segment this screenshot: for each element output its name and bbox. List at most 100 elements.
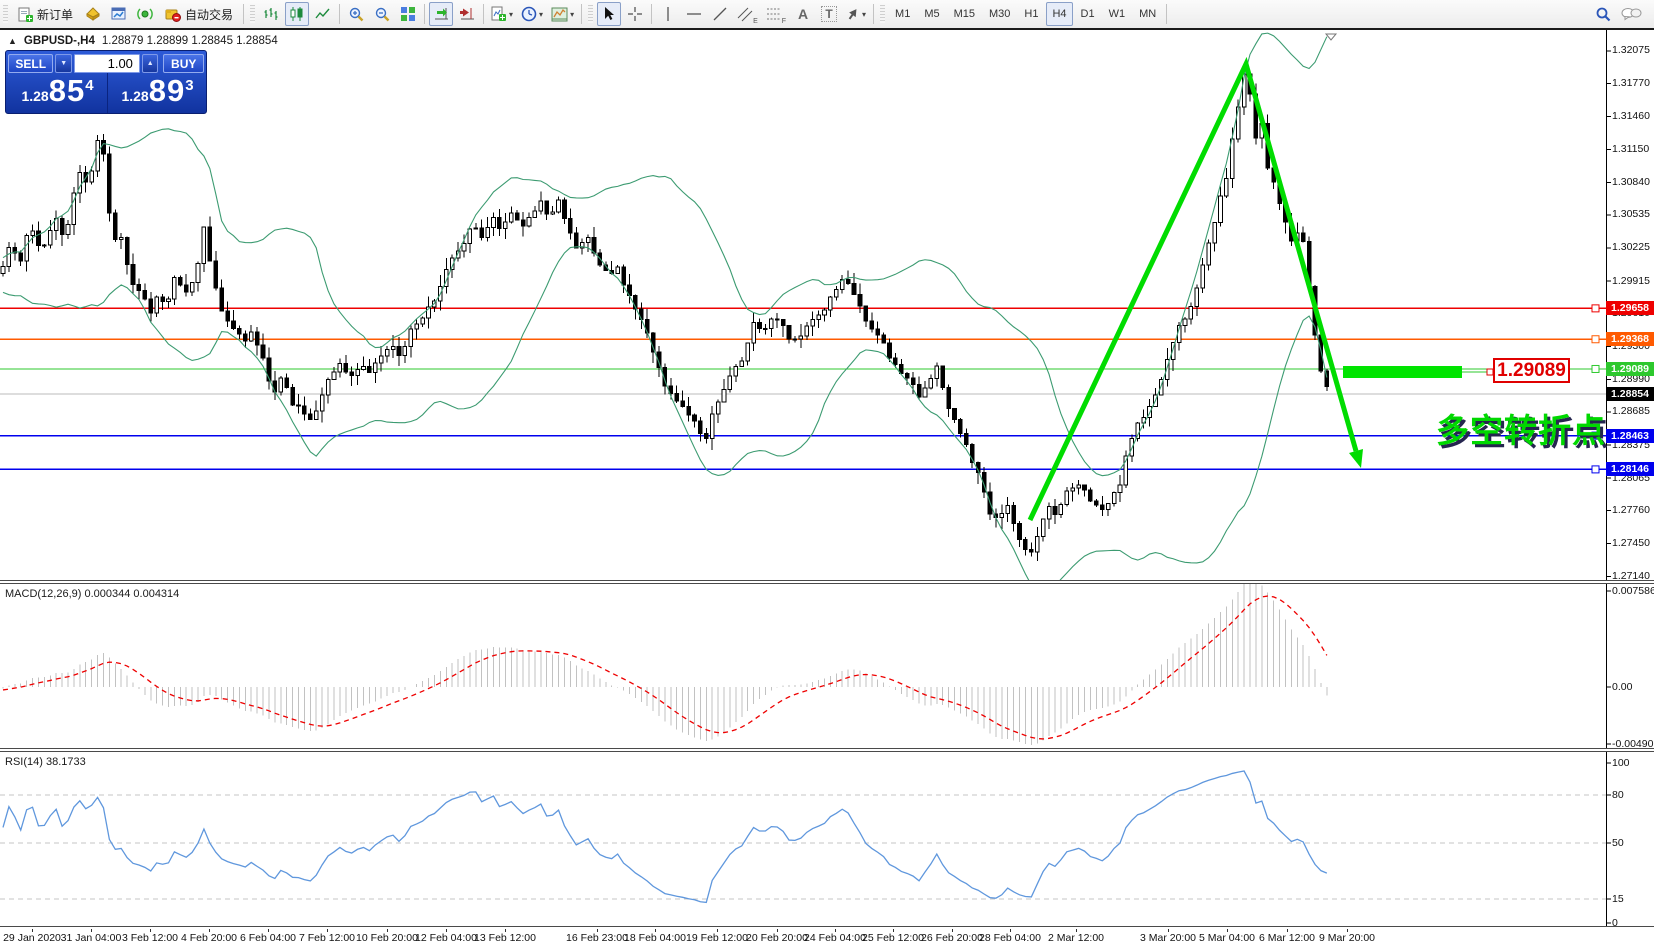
bar-chart-button[interactable] [259,2,283,26]
text-label-button[interactable]: T [817,2,841,26]
macd-canvas[interactable] [0,584,1654,748]
signals-button[interactable] [133,2,157,26]
time-label[interactable]: 13 Feb 12:00 [474,932,536,944]
zoom-in-button[interactable] [344,2,368,26]
text-label-letter: T [821,6,836,22]
horizontal-line-button[interactable] [682,2,706,26]
cursor-button[interactable] [597,2,621,26]
new-order-button[interactable]: 新订单 [12,2,79,26]
toolbar-grip [880,5,885,23]
chart-shift-button[interactable] [455,2,479,26]
fibonacci-button[interactable]: F [763,2,789,26]
sell-price-pip: 4 [85,77,93,94]
new-order-icon [18,7,33,22]
time-label[interactable]: 6 Feb 04:00 [240,932,296,944]
time-label[interactable]: 31 Jan 04:00 [61,932,122,944]
toolbar-grip [250,5,255,23]
time-label[interactable]: 29 Jan 2020 [3,932,61,944]
clock-icon [521,6,537,22]
chat-button[interactable] [1617,2,1645,26]
indicators-dropdown-arrow[interactable]: ▾ [509,10,513,19]
timeframe-m1[interactable]: M1 [889,2,916,26]
time-label[interactable]: 25 Feb 12:00 [862,932,924,944]
chart-symbol-title: GBPUSD-,H4 [24,35,95,47]
time-label[interactable]: 16 Feb 23:00 [566,932,628,944]
chart-window-button[interactable] [107,2,131,26]
time-label[interactable]: 7 Feb 12:00 [299,932,355,944]
autotrading-button[interactable]: 自动交易 [159,2,239,26]
main-chart-pane[interactable]: ▲ GBPUSD-,H4 1.28879 1.28899 1.28845 1.2… [0,28,1654,582]
time-label[interactable]: 28 Feb 04:00 [979,932,1041,944]
time-label[interactable]: 3 Mar 20:00 [1140,932,1196,944]
equidistant-channel-button[interactable]: E [734,2,761,26]
sell-price-display[interactable]: 1.28854 [8,73,108,113]
arrows-button[interactable]: ▾ [843,2,869,26]
auto-scroll-button[interactable] [429,2,453,26]
search-button[interactable] [1591,2,1615,26]
candlestick-chart-icon [289,6,305,22]
templates-dropdown-arrow[interactable]: ▾ [570,10,574,19]
arrow-tool-icon [846,7,860,21]
timeframe-d1[interactable]: D1 [1075,2,1101,26]
time-label[interactable]: 9 Mar 20:00 [1319,932,1375,944]
time-axis[interactable]: 29 Jan 202031 Jan 04:003 Feb 12:004 Feb … [0,929,1654,947]
crosshair-button[interactable] [623,2,647,26]
line-chart-button[interactable] [311,2,335,26]
expert-advisors-button[interactable] [81,2,105,26]
zoom-out-icon [374,6,391,23]
rsi-canvas[interactable] [0,752,1654,926]
timeframe-m30[interactable]: M30 [983,2,1016,26]
time-label[interactable]: 4 Feb 20:00 [181,932,237,944]
rsi-tick-label: 80 [1612,789,1624,801]
time-label[interactable]: 26 Feb 20:00 [921,932,983,944]
sell-button[interactable]: SELL [8,54,53,73]
time-label[interactable]: 19 Feb 12:00 [686,932,748,944]
timeframe-m5[interactable]: M5 [918,2,945,26]
price-tick-label: 1.30840 [1612,176,1650,188]
tile-windows-button[interactable] [396,2,420,26]
periods-button[interactable]: ▾ [518,2,546,26]
time-label[interactable]: 10 Feb 20:00 [356,932,418,944]
text-tool-letter: A [798,6,808,22]
rsi-pane[interactable]: RSI(14) 38.1733 1008050150 [0,752,1654,926]
time-label[interactable]: 6 Mar 12:00 [1259,932,1315,944]
text-button[interactable]: A [791,2,815,26]
chart-shift-icon [459,6,476,22]
zoom-out-button[interactable] [370,2,394,26]
vertical-line-button[interactable] [656,2,680,26]
collapse-panel-icon[interactable]: ▲ [8,36,17,46]
timeframe-h4[interactable]: H4 [1046,2,1072,26]
macd-pane[interactable]: MACD(12,26,9) 0.000344 0.004314 0.007586… [0,584,1654,748]
buy-button[interactable]: BUY [163,54,204,73]
volume-input[interactable] [74,54,140,73]
time-label[interactable]: 20 Feb 20:00 [746,932,808,944]
price-tick-label: 1.31460 [1612,110,1650,122]
time-label[interactable]: 24 Feb 04:00 [804,932,866,944]
trendline-button[interactable] [708,2,732,26]
one-click-trading-panel: SELL ▼ ▲ BUY 1.28854 1.28893 [5,50,207,114]
templates-button[interactable]: ▾ [548,2,577,26]
indicators-button[interactable]: ▾ [488,2,516,26]
time-label[interactable]: 3 Feb 12:00 [122,932,178,944]
timeframe-h1[interactable]: H1 [1018,2,1044,26]
candlestick-chart-button[interactable] [285,2,309,26]
level-price-tag: 1.29089 [1606,362,1654,376]
autotrading-label: 自动交易 [185,6,233,23]
price-level-callout[interactable]: 1.29089 [1493,358,1570,383]
price-chart-canvas[interactable] [0,30,1654,582]
arrows-dropdown-arrow[interactable]: ▾ [862,10,866,19]
time-label[interactable]: 5 Mar 04:00 [1199,932,1255,944]
toolbar: 新订单 自动交易 [0,0,1654,29]
periods-dropdown-arrow[interactable]: ▾ [539,10,543,19]
buy-price-display[interactable]: 1.28893 [109,73,206,113]
volume-increase-button[interactable]: ▲ [142,54,158,73]
time-label[interactable]: 12 Feb 04:00 [415,932,477,944]
turning-point-annotation[interactable]: 多空转折点 [1436,404,1606,452]
time-label[interactable]: 18 Feb 04:00 [624,932,686,944]
volume-decrease-button[interactable]: ▼ [55,54,71,73]
timeframe-mn[interactable]: MN [1133,2,1162,26]
timeframe-m15[interactable]: M15 [948,2,981,26]
time-label[interactable]: 2 Mar 12:00 [1048,932,1104,944]
fibo-letter: F [782,18,786,25]
timeframe-w1[interactable]: W1 [1103,2,1132,26]
